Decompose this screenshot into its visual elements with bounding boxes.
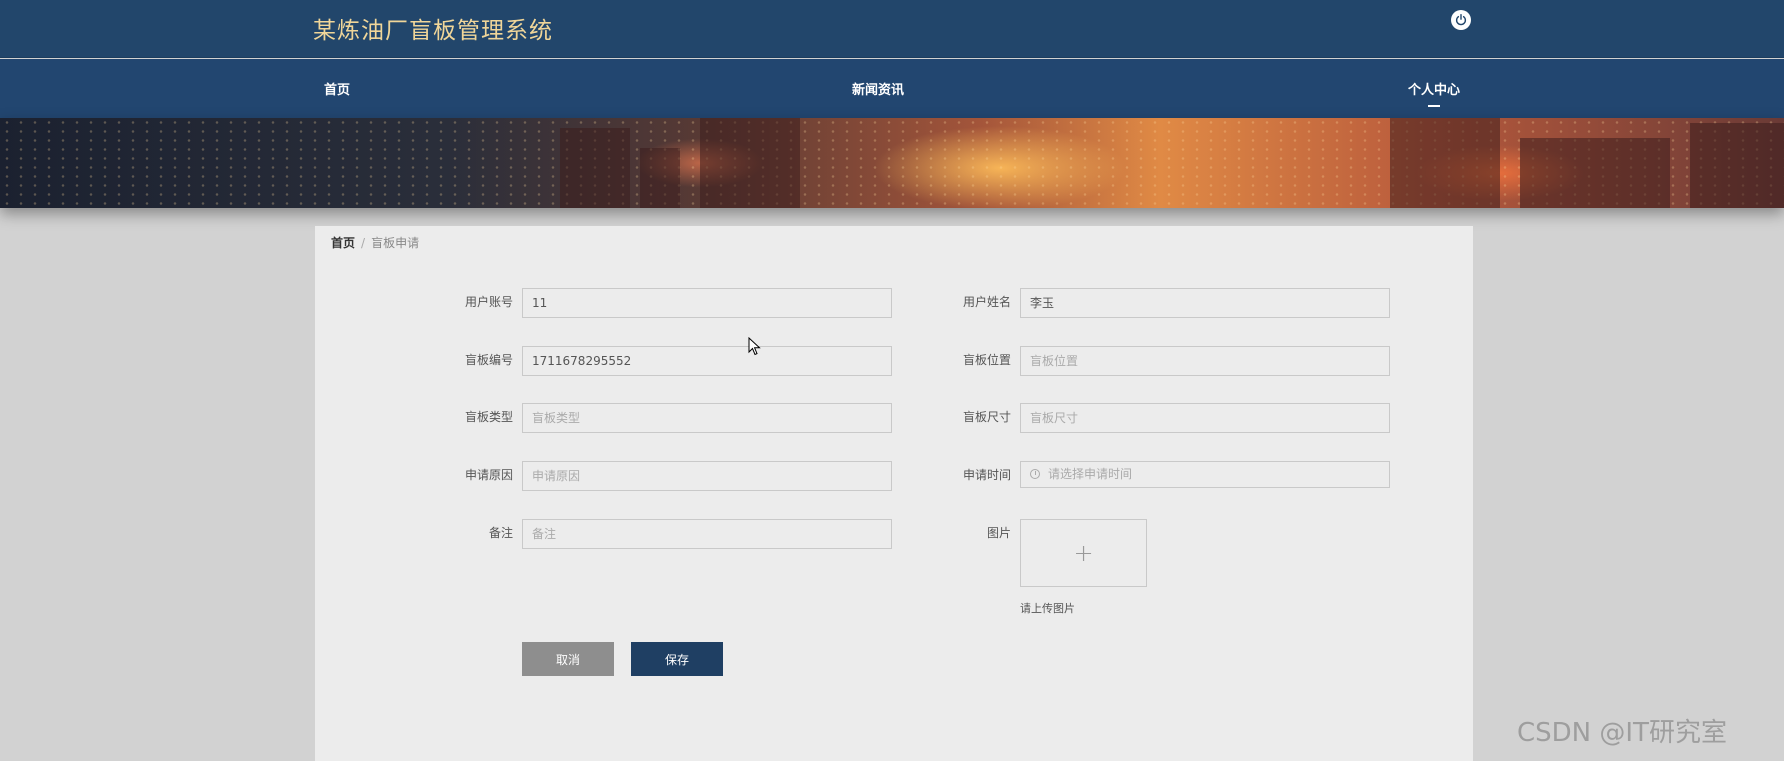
csdn-watermark: CSDN @IT研究室 [1517,718,1727,748]
cancel-button[interactable]: 取消 [522,642,614,676]
upload-hint: 请上传图片 [1020,602,1075,615]
apply-form-panel: 首页 / 盲板申请 用户账号 11 用户姓名 李玉 盲板编号 17116782955… [315,226,1473,761]
image-label: 图片 [986,526,1011,540]
plus-icon: + [1073,539,1094,567]
site-title: 某炼油厂盲板管理系统 [313,18,553,44]
user-account-input[interactable]: 11 [522,288,892,318]
save-button[interactable]: 保存 [631,642,723,676]
breadcrumb-current: 盲板申请 [371,236,420,250]
user-name-label: 用户姓名 [962,295,1011,309]
user-account-label: 用户账号 [464,295,513,309]
reason-label: 申请原因 [464,468,513,482]
mouse-cursor-icon [748,337,761,356]
top-header: 某炼油厂盲板管理系统 [0,0,1784,58]
blind-location-label: 盲板位置 [962,353,1011,367]
blind-size-input[interactable]: 盲板尺寸 [1020,403,1390,433]
user-name-input[interactable]: 李玉 [1020,288,1390,318]
breadcrumb: 首页 / 盲板申请 [331,234,419,251]
blind-type-label: 盲板类型 [464,410,513,424]
power-icon [1455,14,1467,26]
blind-number-input[interactable]: 1711678295552 [522,346,892,376]
main-nav: 首页 新闻资讯 个人中心 [0,59,1784,118]
apply-time-picker[interactable]: 请选择申请时间 [1020,461,1390,488]
clock-icon [1030,469,1040,479]
nav-item-home[interactable]: 首页 [324,79,350,98]
breadcrumb-separator: / [361,236,366,250]
nav-item-personal-center[interactable]: 个人中心 [1408,79,1460,98]
apply-time-placeholder: 请选择申请时间 [1048,467,1133,481]
blind-size-label: 盲板尺寸 [962,410,1011,424]
apply-time-label: 申请时间 [962,468,1011,482]
remark-label: 备注 [488,526,513,540]
logout-power-button[interactable] [1451,10,1471,30]
reason-input[interactable]: 申请原因 [522,461,892,491]
remark-input[interactable]: 备注 [522,519,892,549]
blind-type-input[interactable]: 盲板类型 [522,403,892,433]
blind-number-label: 盲板编号 [464,353,513,367]
image-upload-box[interactable]: + [1020,519,1147,587]
breadcrumb-home[interactable]: 首页 [331,236,355,250]
city-night-banner [0,118,1784,208]
blind-location-input[interactable]: 盲板位置 [1020,346,1390,376]
nav-item-news[interactable]: 新闻资讯 [852,79,904,98]
